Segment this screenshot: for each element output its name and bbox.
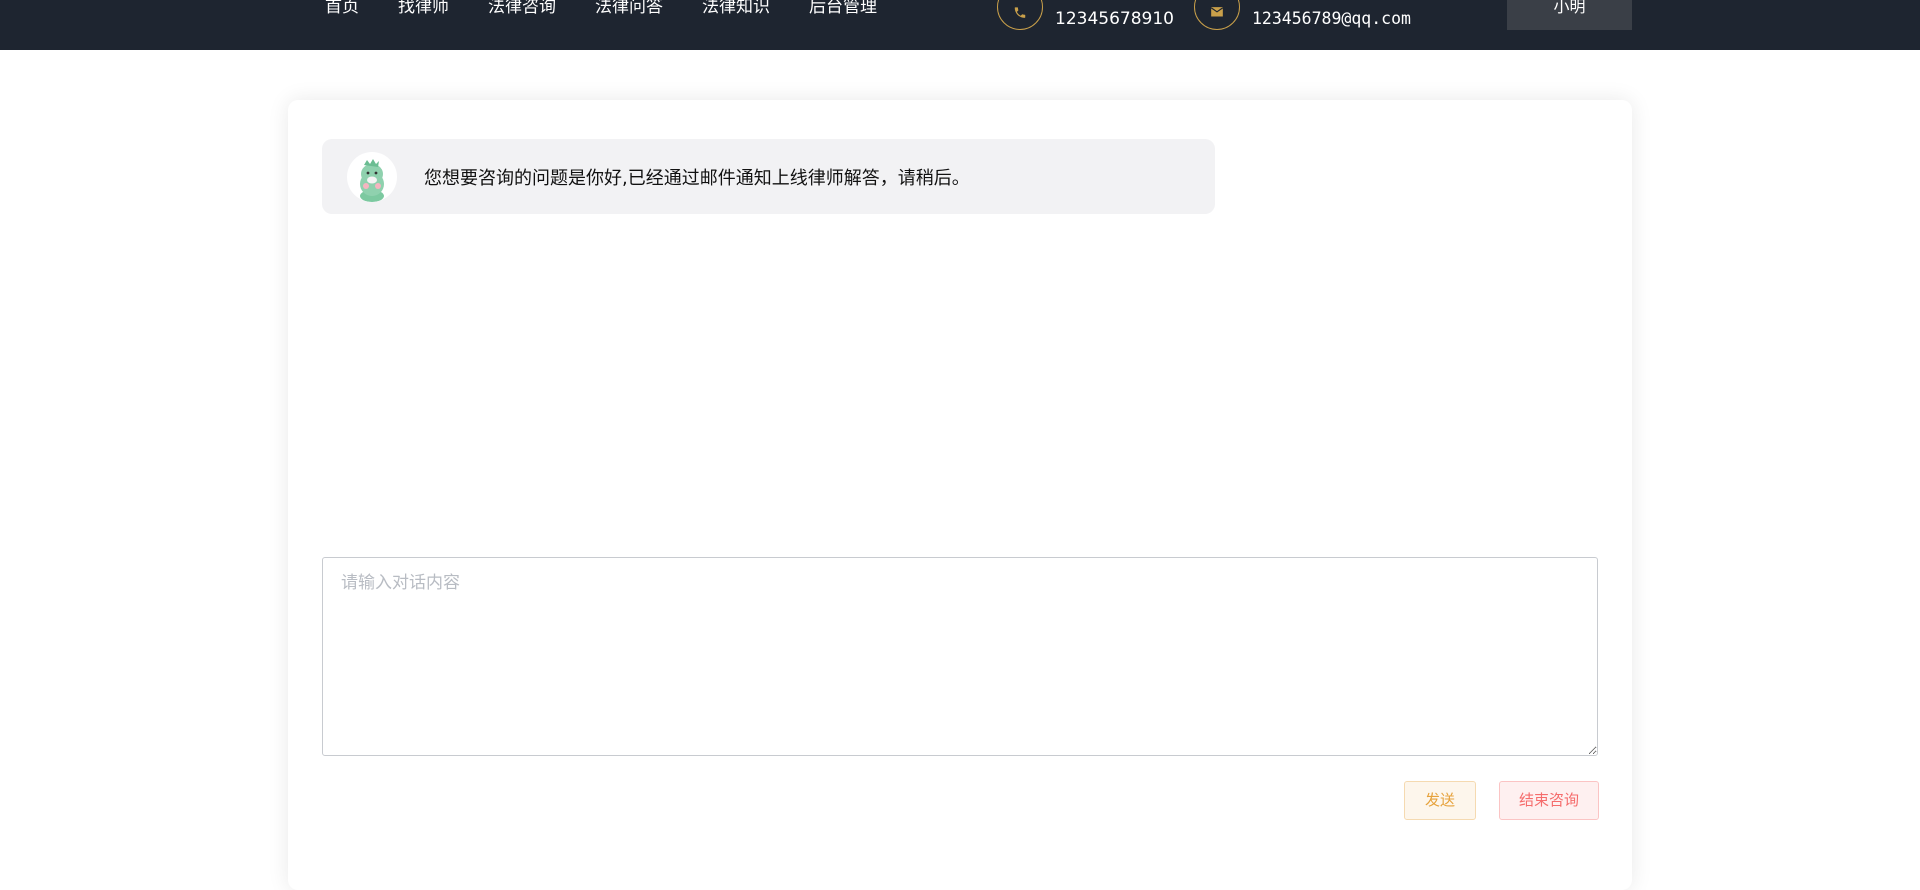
dinosaur-avatar-icon	[347, 151, 397, 202]
phone-icon	[997, 0, 1043, 30]
chat-message: 您想要咨询的问题是你好,已经通过邮件通知上线律师解答，请稍后。	[322, 139, 1215, 214]
chat-panel: 您想要咨询的问题是你好,已经通过邮件通知上线律师解答，请稍后。 发送 结束咨询	[288, 100, 1632, 890]
nav-item-home[interactable]: 首页	[325, 0, 359, 21]
chat-input[interactable]	[322, 557, 1598, 756]
nav-item-legal-qa[interactable]: 法律问答	[595, 0, 663, 21]
nav-item-legal-knowledge[interactable]: 法律知识	[702, 0, 770, 21]
nav-item-find-lawyer[interactable]: 找律师	[398, 0, 449, 21]
contact-email: 123456789@qq.com	[1194, 0, 1411, 46]
top-navbar: 首页 找律师 法律咨询 法律问答 法律知识 后台管理 12345678910 1…	[0, 0, 1920, 50]
end-consultation-button[interactable]: 结束咨询	[1499, 781, 1599, 820]
send-button[interactable]: 发送	[1404, 781, 1476, 820]
chat-message-text: 您想要咨询的问题是你好,已经通过邮件通知上线律师解答，请稍后。	[424, 167, 970, 189]
main-nav: 首页 找律师 法律咨询 法律问答 法律知识 后台管理	[325, 0, 916, 21]
user-menu-button[interactable]: 小明	[1507, 0, 1632, 30]
nav-item-admin[interactable]: 后台管理	[809, 0, 877, 21]
nav-item-legal-consult[interactable]: 法律咨询	[488, 0, 556, 21]
contact-phone-number: 12345678910	[1055, 9, 1174, 29]
mail-icon	[1194, 0, 1240, 30]
contact-email-address: 123456789@qq.com	[1252, 9, 1411, 28]
contact-phone: 12345678910	[997, 0, 1174, 46]
